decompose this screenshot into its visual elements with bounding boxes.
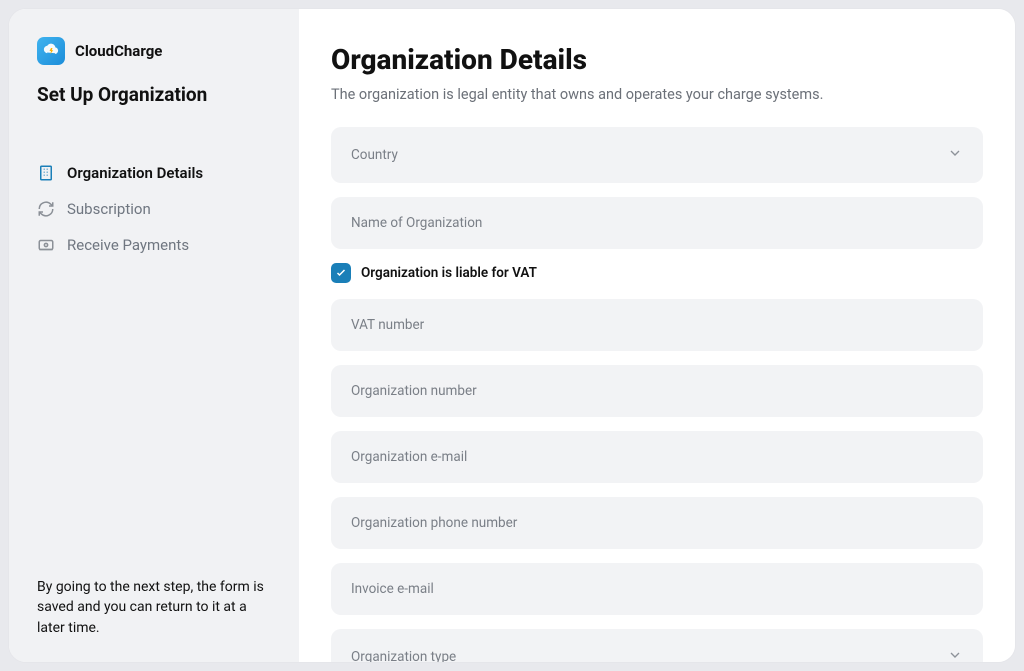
brand: CloudCharge xyxy=(37,37,281,65)
sidebar-item-receive-payments[interactable]: Receive Payments xyxy=(37,236,281,254)
organization-type-select[interactable]: Organization type xyxy=(331,629,983,662)
sidebar-item-label: Organization Details xyxy=(67,164,203,182)
field-label: Invoice e-mail xyxy=(351,581,434,597)
field-label: Organization phone number xyxy=(351,515,517,531)
field-label: Organization number xyxy=(351,383,477,399)
vat-number-input[interactable]: VAT number xyxy=(331,299,983,351)
sidebar-footer-note: By going to the next step, the form is s… xyxy=(37,577,281,642)
field-label: Organization e-mail xyxy=(351,449,467,465)
page-title: Organization Details xyxy=(331,43,983,76)
brand-name: CloudCharge xyxy=(75,42,162,60)
payment-icon xyxy=(37,236,55,254)
brand-logo-icon xyxy=(37,37,65,65)
sidebar-nav: Organization Details Subscription Receiv… xyxy=(37,164,281,254)
field-label: VAT number xyxy=(351,317,424,333)
chevron-down-icon xyxy=(947,647,963,662)
field-label: Country xyxy=(351,147,398,163)
invoice-email-input[interactable]: Invoice e-mail xyxy=(331,563,983,615)
chevron-down-icon xyxy=(947,145,963,165)
organization-phone-input[interactable]: Organization phone number xyxy=(331,497,983,549)
sidebar-item-organization-details[interactable]: Organization Details xyxy=(37,164,281,182)
organization-number-input[interactable]: Organization number xyxy=(331,365,983,417)
organization-name-input[interactable]: Name of Organization xyxy=(331,197,983,249)
app-window: CloudCharge Set Up Organization Organiza… xyxy=(8,8,1016,663)
sidebar-item-subscription[interactable]: Subscription xyxy=(37,200,281,218)
sidebar-item-label: Receive Payments xyxy=(67,236,189,254)
page-subtitle: The organization is legal entity that ow… xyxy=(331,86,983,103)
main-content: Organization Details The organization is… xyxy=(299,9,1015,662)
field-label: Organization type xyxy=(351,649,456,662)
main-scroll[interactable]: Organization Details The organization is… xyxy=(331,43,983,662)
sidebar-item-label: Subscription xyxy=(67,200,151,218)
sidebar: CloudCharge Set Up Organization Organiza… xyxy=(9,9,299,662)
organization-email-input[interactable]: Organization e-mail xyxy=(331,431,983,483)
building-icon xyxy=(37,164,55,182)
refresh-icon xyxy=(37,200,55,218)
country-select[interactable]: Country xyxy=(331,127,983,183)
field-label: Name of Organization xyxy=(351,215,482,231)
vat-checkbox[interactable] xyxy=(331,263,351,283)
vat-checkbox-row: Organization is liable for VAT xyxy=(331,263,983,283)
vat-checkbox-label: Organization is liable for VAT xyxy=(361,265,537,281)
sidebar-title: Set Up Organization xyxy=(37,83,281,106)
